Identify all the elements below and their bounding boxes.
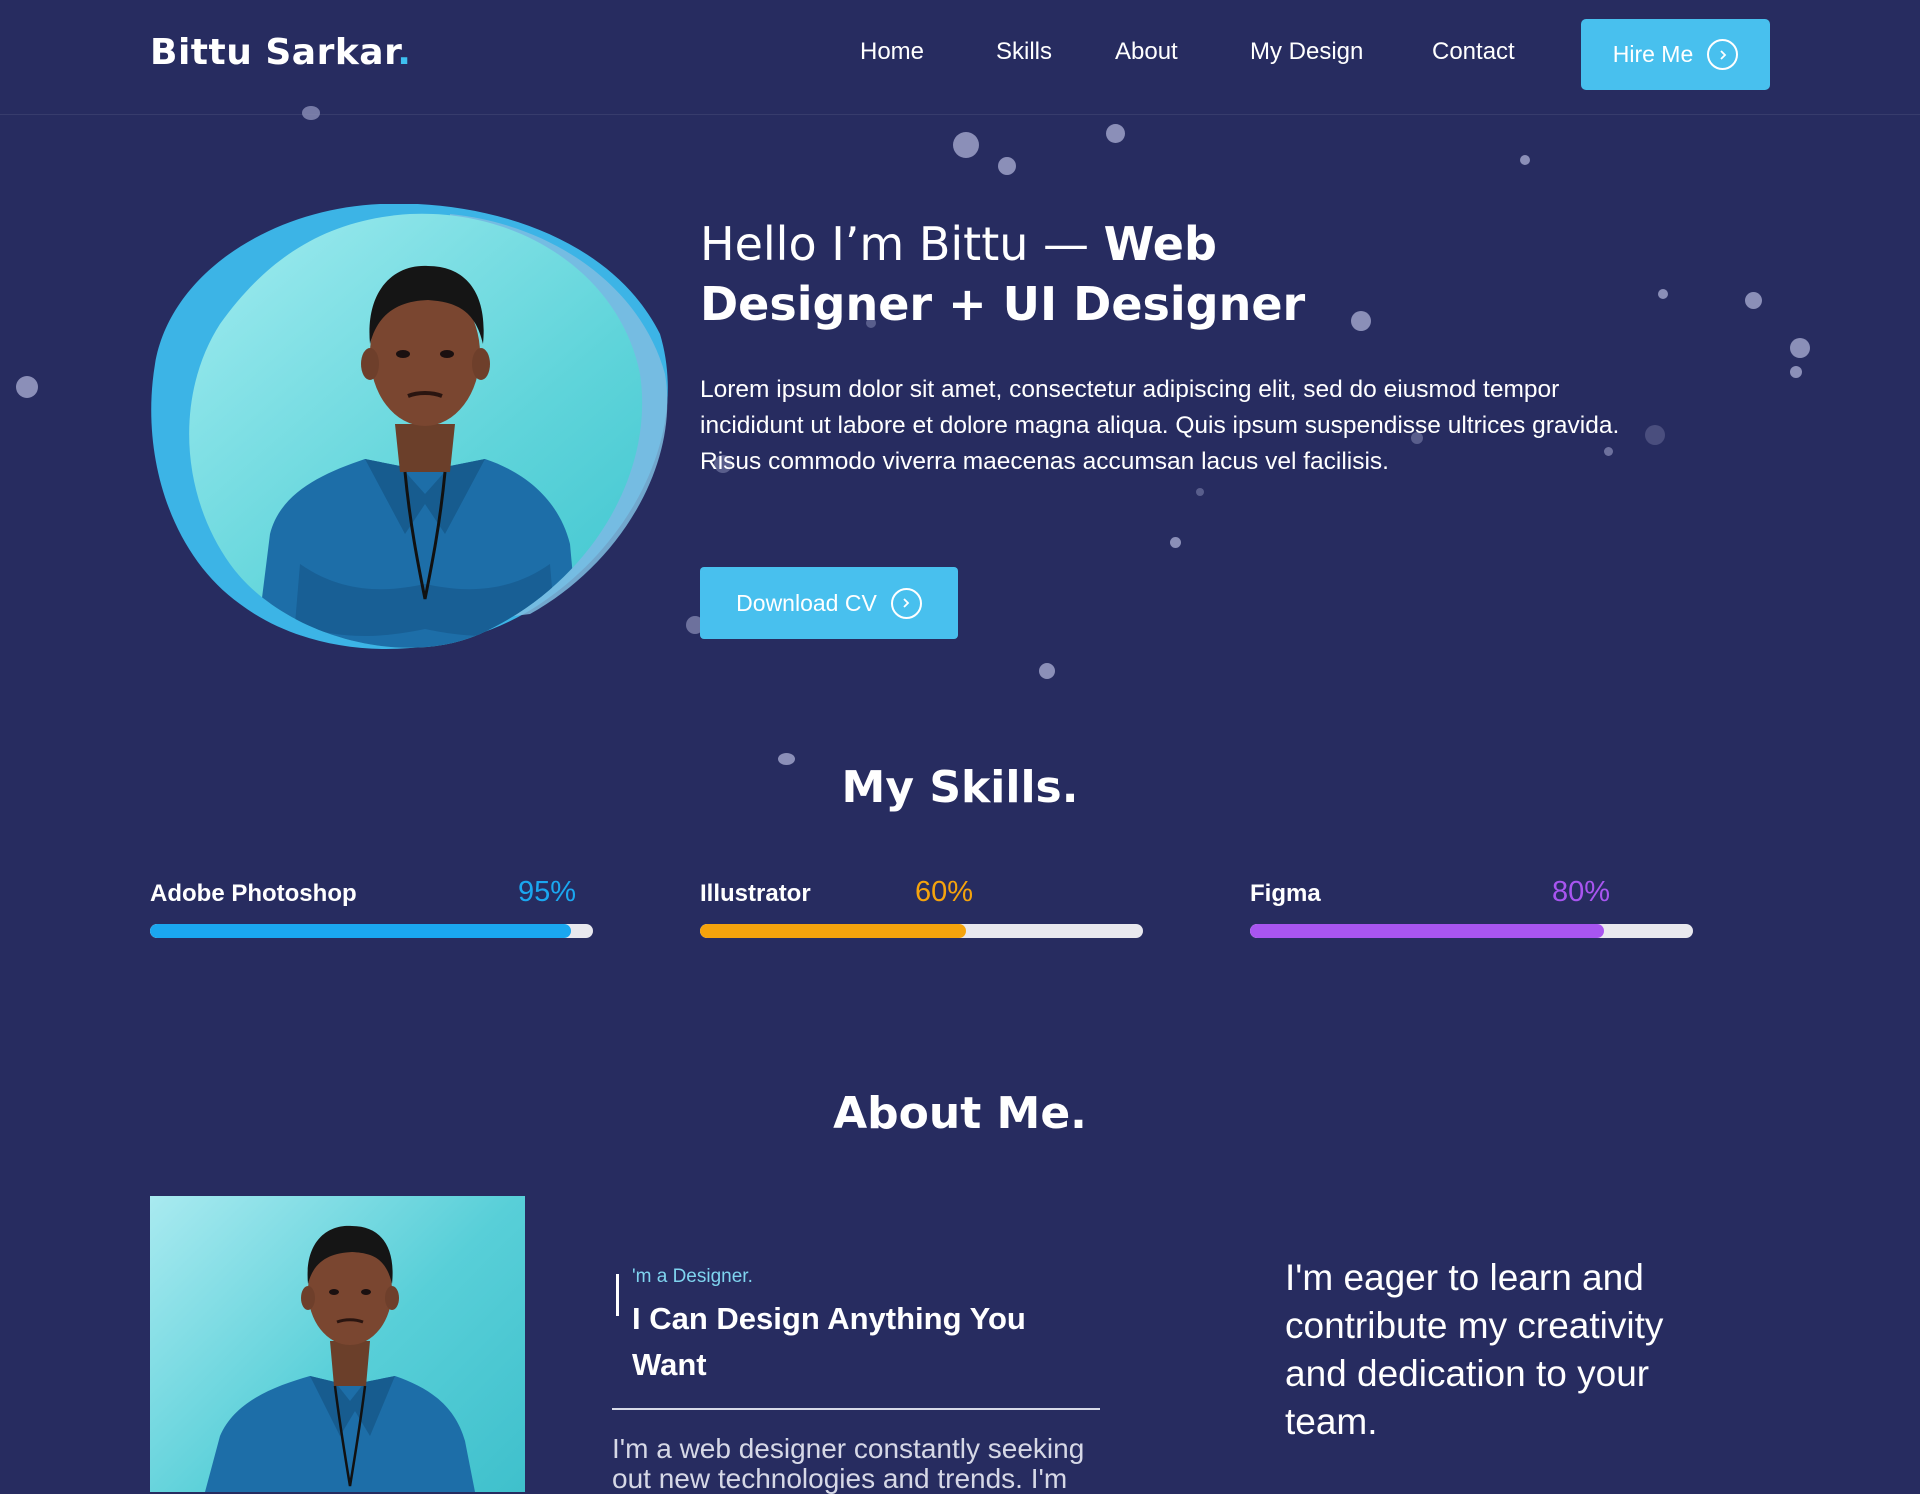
- arrow-right-circle-icon: [1707, 39, 1739, 70]
- particle: [1790, 338, 1810, 358]
- hero-title-bold-2: Designer + UI Designer: [700, 277, 1306, 331]
- skills-title: My Skills.: [841, 762, 1079, 813]
- about-photo-graphic: [205, 1225, 475, 1492]
- hero-title: Hello I’m Bittu — Web Designer + UI Desig…: [700, 214, 1320, 334]
- nav-home[interactable]: Home: [860, 38, 924, 66]
- particle: [1658, 289, 1668, 299]
- nav-contact[interactable]: Contact: [1432, 38, 1515, 66]
- skill-percent: 80%: [1552, 876, 1611, 908]
- skill-progress-track: [700, 924, 1143, 938]
- particle: [302, 106, 320, 120]
- hire-me-label: Hire Me: [1612, 41, 1694, 67]
- skill-percent: 60%: [915, 876, 974, 908]
- nav-about[interactable]: About: [1115, 38, 1178, 66]
- skill-progress-fill: [150, 924, 571, 938]
- download-cv-label: Download CV: [736, 589, 877, 616]
- particle: [1645, 425, 1665, 445]
- skill-progress-fill: [700, 924, 966, 938]
- hero-portrait-graphic: [151, 203, 668, 650]
- skill-progress-fill: [1250, 924, 1605, 938]
- typing-cursor: [616, 1274, 619, 1316]
- particle: [1351, 311, 1371, 331]
- particle: [1790, 366, 1802, 378]
- about-quote: I'm eager to learn and contribute my cre…: [1285, 1257, 1664, 1442]
- particle: [1170, 537, 1181, 548]
- site-header: Bittu Sarkar. Home Skills About My Desig…: [0, 0, 1920, 115]
- logo[interactable]: Bittu Sarkar.: [150, 32, 411, 73]
- particle: [1745, 292, 1762, 309]
- about-description: I'm a web designer constantly seeking ou…: [612, 1433, 1085, 1494]
- particle: [1106, 124, 1125, 143]
- particle: [1196, 488, 1204, 496]
- particle: [998, 157, 1016, 175]
- particle: [1039, 663, 1055, 679]
- nav-skills[interactable]: Skills: [996, 38, 1052, 66]
- logo-dot: .: [397, 32, 412, 73]
- hero-title-bold-1: Web: [1103, 217, 1217, 271]
- divider: [612, 1408, 1100, 1410]
- skill-name: Adobe Photoshop: [150, 880, 357, 907]
- hero-portrait: [150, 203, 670, 654]
- skill-name: Illustrator: [700, 880, 811, 907]
- skill-percent: 95%: [518, 876, 577, 908]
- about-heading: I Can Design Anything You Want: [632, 1301, 1026, 1382]
- logo-text: Bittu Sarkar: [150, 32, 398, 73]
- hero-title-light: Hello I’m Bittu —: [700, 217, 1104, 271]
- skill-progress-track: [1250, 924, 1693, 938]
- particle: [1520, 155, 1530, 165]
- about-photo: [150, 1196, 525, 1492]
- particle: [16, 376, 38, 398]
- skill-progress-track: [150, 924, 593, 938]
- nav-my-design[interactable]: My Design: [1250, 38, 1363, 66]
- particle: [953, 132, 979, 158]
- hire-me-button[interactable]: Hire Me: [1581, 19, 1770, 90]
- about-subtitle: 'm a Designer.: [632, 1266, 753, 1287]
- skill-name: Figma: [1250, 880, 1321, 907]
- arrow-right-circle-icon: [890, 587, 922, 619]
- download-cv-button[interactable]: Download CV: [700, 567, 958, 639]
- about-title: About Me.: [833, 1088, 1087, 1139]
- hero-description: Lorem ipsum dolor sit amet, consectetur …: [700, 376, 1620, 475]
